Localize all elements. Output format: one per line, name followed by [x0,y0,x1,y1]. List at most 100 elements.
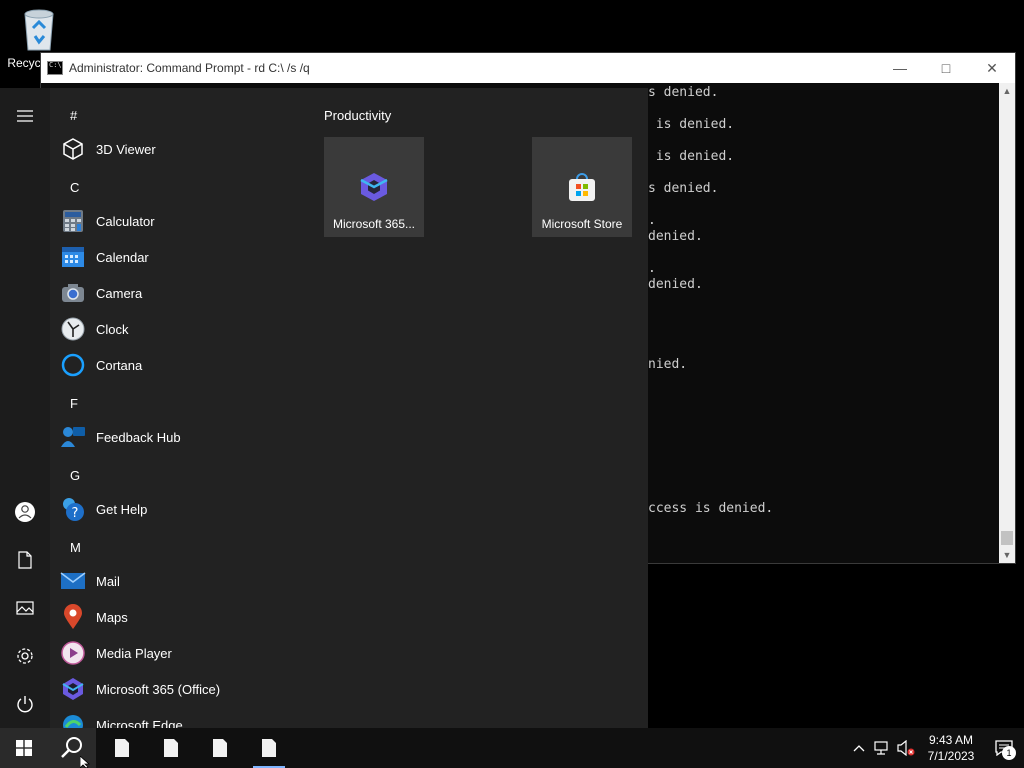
app-label: Clock [96,321,129,337]
notification-badge: 1 [1002,746,1016,760]
app-item-maps[interactable]: Maps [60,601,128,633]
app-item-cortana[interactable]: Cortana [60,349,142,381]
group-letter[interactable]: F [70,396,78,411]
group-letter[interactable]: # [70,108,77,123]
file-icon [262,739,276,757]
show-hidden-icons-button[interactable] [848,728,870,768]
group-letter[interactable]: G [70,468,80,483]
power-icon[interactable] [0,684,50,724]
map-pin-icon [60,604,86,630]
start-menu: # 3D Viewer C Calculator Calendar Camera… [0,88,648,728]
volume-button[interactable] [894,728,918,768]
taskbar-app-file-1[interactable] [98,728,146,768]
app-item-calendar[interactable]: Calendar [60,241,149,273]
start-rail [0,88,50,728]
network-icon [874,741,888,755]
network-button[interactable] [870,728,894,768]
play-icon [60,640,86,666]
console-scrollbar[interactable]: ▲ ▼ [999,83,1015,563]
action-center-button[interactable]: 1 [984,728,1024,768]
console-line: ccess is denied. [648,501,774,516]
user-icon[interactable] [0,492,50,532]
console-titlebar[interactable]: Administrator: Command Prompt - rd C:\ /… [41,53,1015,83]
app-item-calculator[interactable]: Calculator [60,205,155,237]
taskbar-app-file-4[interactable] [245,728,293,768]
console-line: s denied. [648,85,719,100]
taskbar-app-file-2[interactable] [147,728,195,768]
console-line: denied. [648,277,703,292]
app-label: Calculator [96,213,155,229]
mouse-cursor-icon [80,756,91,768]
cube-icon [60,136,86,162]
file-icon [115,739,129,757]
start-button[interactable] [0,728,48,768]
app-label: 3D Viewer [96,141,156,157]
file-icon [164,739,178,757]
system-tray: 9:43 AM 7/1/2023 1 [848,728,1024,768]
close-button[interactable]: ✕ [969,53,1015,83]
tile-label: Microsoft Store [541,217,623,231]
help-icon: ? [60,496,86,522]
app-label: Microsoft 365 (Office) [96,681,221,697]
app-label: Maps [96,609,128,625]
app-item-mail[interactable]: Mail [60,565,120,597]
file-icon [213,739,227,757]
console-line: . [648,213,656,228]
tile-microsoft-365[interactable]: Microsoft 365... [324,137,424,237]
taskbar-clock[interactable]: 9:43 AM 7/1/2023 [918,732,984,764]
maximize-button[interactable]: □ [923,53,969,83]
camera-icon [60,280,86,306]
cortana-icon [60,352,86,378]
pictures-icon[interactable] [0,588,50,628]
edge-icon [60,712,86,728]
app-label: Camera [96,285,143,301]
svg-text:?: ? [72,506,79,521]
cmd-icon [47,61,63,75]
group-letter[interactable]: C [70,180,79,195]
chevron-up-icon [853,745,865,752]
console-line: s denied. [648,181,719,196]
console-line: is denied. [648,149,735,164]
scroll-up-icon[interactable]: ▲ [999,83,1015,99]
store-icon [569,173,595,201]
feedback-icon [60,424,86,450]
app-label: Mail [96,573,120,589]
clock-icon [60,316,86,342]
minimize-button[interactable]: — [877,53,923,83]
console-line: nied. [648,357,688,372]
calculator-icon [60,208,86,234]
scroll-thumb[interactable] [1001,531,1013,545]
console-line: denied. [648,229,703,244]
console-title: Administrator: Command Prompt - rd C:\ /… [69,61,310,75]
app-item-3d-viewer[interactable]: 3D Viewer [60,133,156,165]
app-label: Media Player [96,645,172,661]
clock-time: 9:43 AM [928,733,974,747]
app-item-camera[interactable]: Camera [60,277,142,309]
documents-icon[interactable] [0,540,50,580]
office-icon [60,676,86,702]
app-item-media-player[interactable]: Media Player [60,637,172,669]
app-item-microsoft-edge[interactable]: Microsoft Edge [60,709,183,728]
taskbar: 9:43 AM 7/1/2023 1 [0,728,1024,768]
volume-muted-icon [897,740,915,756]
settings-gear-icon[interactable] [0,636,50,676]
tile-microsoft-store[interactable]: Microsoft Store [532,137,632,237]
tile-area: Productivity Microsoft 365... Microsoft … [324,108,632,237]
calendar-icon [60,244,86,270]
app-label: Cortana [96,357,143,373]
console-line: is denied. [648,117,735,132]
scroll-down-icon[interactable]: ▼ [999,547,1015,563]
windows-logo-icon [16,740,32,756]
group-letter[interactable]: M [70,540,81,555]
app-item-clock[interactable]: Clock [60,313,129,345]
tile-label: Microsoft 365... [332,217,416,231]
menu-icon[interactable] [0,96,50,136]
app-item-get-help[interactable]: ? Get Help [60,493,147,525]
mail-icon [60,568,86,594]
app-item-feedback-hub[interactable]: Feedback Hub [60,421,181,453]
taskbar-app-file-3[interactable] [196,728,244,768]
office-icon [360,173,388,201]
app-list[interactable]: # 3D Viewer C Calculator Calendar Camera… [50,88,300,728]
recycle-bin-icon [24,9,54,51]
app-item-microsoft-365[interactable]: Microsoft 365 (Office) [60,673,220,705]
